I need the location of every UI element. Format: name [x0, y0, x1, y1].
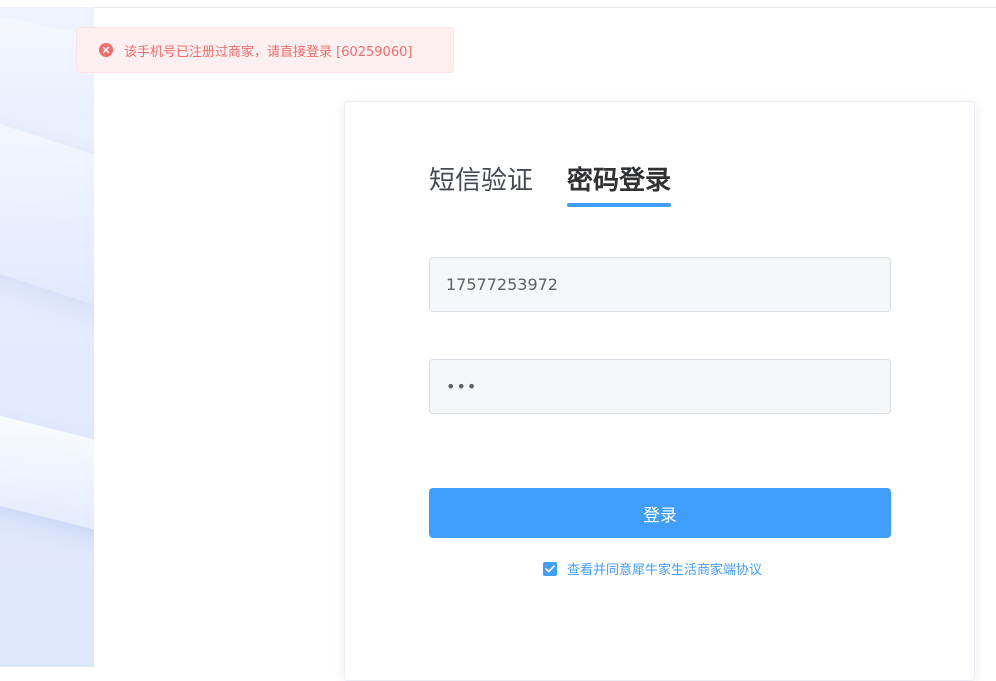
- agreement-checkbox[interactable]: 查看并同意犀牛家生活商家端协议: [543, 559, 762, 578]
- phone-input[interactable]: [429, 257, 891, 312]
- toast-message: 该手机号已注册过商家，请直接登录 [60259060]: [124, 44, 413, 60]
- agreement-link[interactable]: 查看并同意犀牛家生活商家端协议: [567, 559, 762, 578]
- login-tabs: 短信验证 密码登录: [429, 164, 672, 207]
- login-card: 短信验证 密码登录 登录 查看并同意犀牛家生活商家端协议: [344, 101, 975, 681]
- browser-top-strip: [0, 0, 996, 8]
- checkbox-checked-icon[interactable]: [543, 561, 557, 576]
- decorative-illustration: [0, 7, 94, 667]
- tab-password-login[interactable]: 密码登录: [567, 164, 672, 207]
- illustration-shape: [0, 104, 94, 320]
- illustration-shape: [0, 405, 94, 539]
- error-toast: 该手机号已注册过商家，请直接登录 [60259060]: [76, 27, 454, 73]
- login-button[interactable]: 登录: [429, 488, 891, 538]
- password-input[interactable]: [429, 359, 891, 414]
- tab-sms-verify[interactable]: 短信验证: [429, 164, 533, 198]
- error-circle-icon: [99, 43, 113, 57]
